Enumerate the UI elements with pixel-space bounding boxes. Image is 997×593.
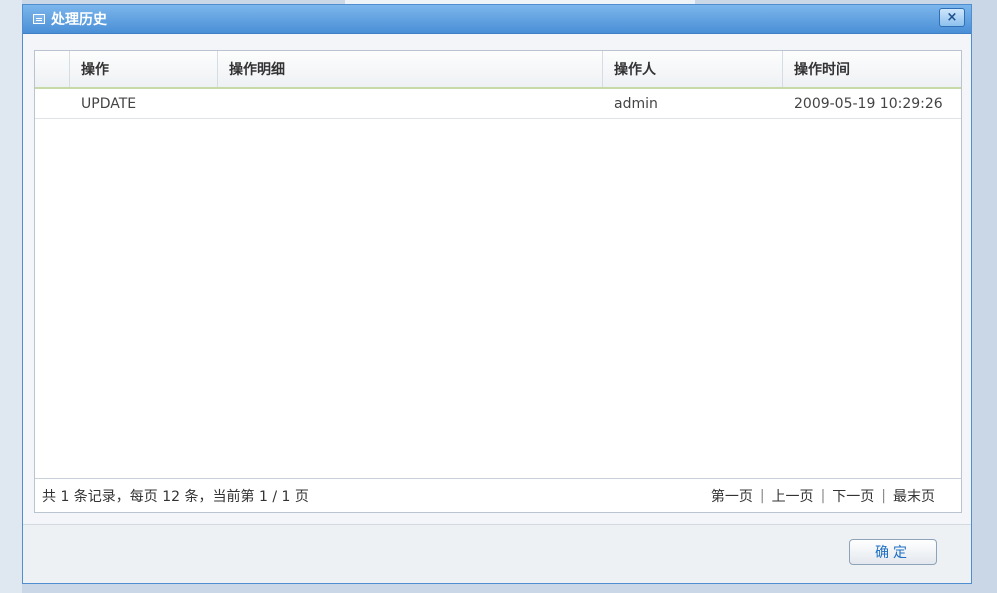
column-header-operator[interactable]: 操作人: [603, 51, 783, 87]
column-header-detail[interactable]: 操作明细: [218, 51, 603, 87]
pagination-summary: 共 1 条记录，每页 12 条，当前第 1 / 1 页: [42, 488, 309, 505]
grid-header: 操作 操作明细 操作人 操作时间: [35, 51, 961, 89]
history-grid: 操作 操作明细 操作人 操作时间 UPDATE admin 2009-05-19…: [34, 50, 962, 513]
background-app-edge: [0, 0, 22, 593]
column-header-time[interactable]: 操作时间: [783, 51, 961, 87]
operator-cell: admin: [614, 95, 658, 112]
pager-separator: |: [820, 487, 826, 504]
next-page-link[interactable]: 下一页: [832, 486, 874, 506]
pagination-bar: 共 1 条记录，每页 12 条，当前第 1 / 1 页 第一页 | 上一页 | …: [35, 478, 961, 512]
dialog-footer: 确定: [23, 524, 971, 583]
pager-separator: |: [881, 487, 886, 504]
detail-cell: [218, 89, 603, 118]
column-header-action[interactable]: 操作: [70, 51, 218, 87]
row-number-cell: [35, 89, 70, 118]
prev-page-link[interactable]: 上一页: [772, 486, 814, 506]
confirm-button[interactable]: 确定: [849, 539, 937, 565]
window-icon: [33, 14, 45, 24]
time-cell: 2009-05-19 10:29:26: [794, 95, 943, 112]
last-page-link[interactable]: 最末页: [893, 486, 935, 506]
dialog-title: 处理历史: [51, 12, 107, 28]
close-button[interactable]: ×: [939, 8, 965, 27]
pagination-links: 第一页 | 上一页 | 下一页 | 最末页: [711, 486, 935, 506]
column-header-rownum: [35, 51, 70, 87]
dialog-titlebar[interactable]: 处理历史 ×: [23, 5, 971, 34]
close-icon: ×: [946, 10, 958, 25]
history-dialog: 处理历史 × 操作 操作明细 操作人 操作时间 UPDATE admin 200…: [22, 4, 972, 584]
pager-separator: |: [759, 487, 765, 504]
table-row[interactable]: UPDATE admin 2009-05-19 10:29:26: [35, 89, 961, 119]
action-cell: UPDATE: [81, 95, 137, 112]
first-page-link[interactable]: 第一页: [711, 486, 753, 506]
